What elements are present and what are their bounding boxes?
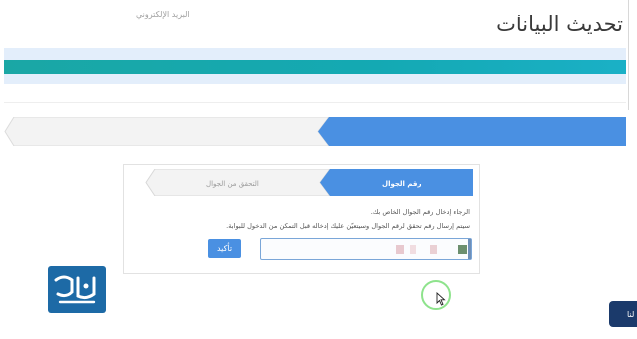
sub-steps-bar xyxy=(145,169,473,196)
click-indicator xyxy=(421,280,451,310)
phone-number-input[interactable] xyxy=(260,238,472,260)
top-banner xyxy=(4,48,626,84)
sub-step-phone-label[interactable]: رقم الجوال xyxy=(382,180,421,188)
main-step-email-label[interactable]: البريد الإلكتروني xyxy=(136,10,190,19)
brand-logo xyxy=(48,266,106,313)
main-steps-graphic xyxy=(4,117,626,146)
main-steps-bar xyxy=(4,117,626,146)
section-divider xyxy=(4,102,626,103)
sub-steps-graphic xyxy=(145,169,473,196)
instruction-verification-note: سيتم إرسال رقم تحقق لرقم الجوال وسيتعيّن… xyxy=(226,222,470,230)
main-step-phone-label[interactable]: رقم الجوال xyxy=(484,10,529,19)
banner-stripe xyxy=(4,60,626,74)
redacted-digit xyxy=(458,245,467,254)
sub-step-verify-label[interactable]: التحقق من الجوال xyxy=(206,180,259,188)
confirm-button[interactable]: تأكيد xyxy=(208,239,241,258)
redacted-digit xyxy=(410,245,416,254)
main-step-email-shape[interactable] xyxy=(4,117,330,146)
redacted-digit xyxy=(396,245,404,254)
instruction-enter-phone: الرجاء إدخال رقم الجوال الخاص بك. xyxy=(370,208,470,216)
input-edge-handle xyxy=(468,239,471,259)
edge-divider xyxy=(628,0,629,110)
main-step-phone-shape[interactable] xyxy=(318,117,626,146)
brand-logo-mark xyxy=(54,275,96,304)
redacted-digit xyxy=(430,245,437,254)
corner-contact-button[interactable]: لنا xyxy=(609,301,637,327)
